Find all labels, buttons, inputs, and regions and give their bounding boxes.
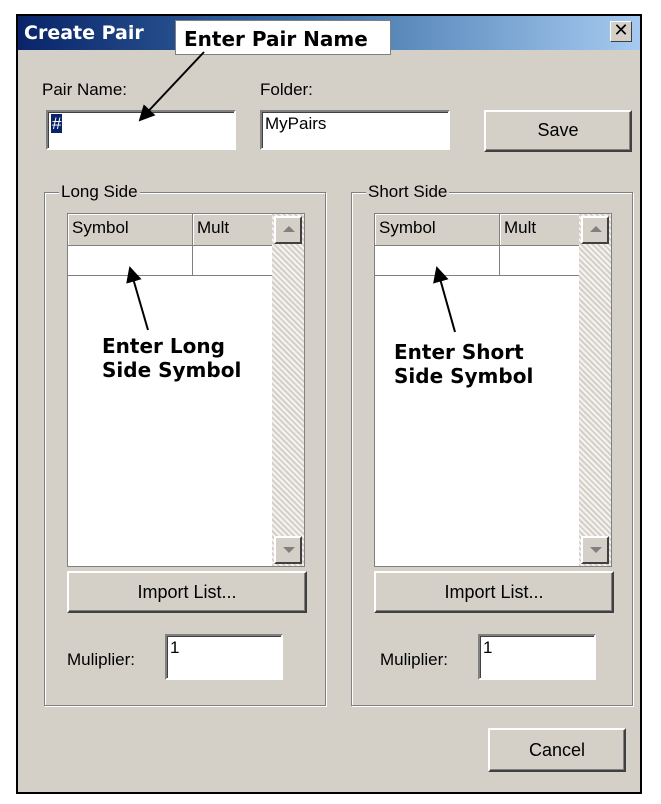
long-import-list-button[interactable]: Import List... xyxy=(67,571,307,613)
close-icon[interactable]: ✕ xyxy=(610,21,632,42)
short-multiplier-label: Muliplier: xyxy=(380,650,449,669)
short-symbol-cell[interactable] xyxy=(375,246,500,276)
folder-label: Folder: xyxy=(260,80,313,99)
scroll-down-icon[interactable] xyxy=(581,536,609,564)
long-annotation-line2: Side Symbol xyxy=(102,358,242,382)
short-side-group: Short Side Symbol Mult Import List... Mu… xyxy=(351,182,633,706)
short-side-grid[interactable]: Symbol Mult xyxy=(374,213,612,567)
pair-name-callout: Enter Pair Name xyxy=(175,20,391,55)
short-annotation-line1: Enter Short xyxy=(394,340,524,364)
scroll-down-icon[interactable] xyxy=(274,536,302,564)
long-grid-header: Symbol Mult xyxy=(68,214,273,246)
short-mult-cell[interactable] xyxy=(500,246,580,276)
symbol-column-header[interactable]: Symbol xyxy=(375,214,500,246)
short-multiplier-input[interactable]: 1 xyxy=(478,634,596,680)
short-scrollbar[interactable] xyxy=(579,214,611,566)
folder-input[interactable]: MyPairs xyxy=(260,110,450,150)
window-title: Create Pair xyxy=(24,22,144,44)
create-pair-dialog: Create Pair ✕ Pair Name: # Folder: MyPai… xyxy=(16,14,642,794)
long-symbol-cell[interactable] xyxy=(68,246,193,276)
cancel-button[interactable]: Cancel xyxy=(488,728,626,772)
symbol-column-header[interactable]: Symbol xyxy=(68,214,193,246)
long-mult-cell[interactable] xyxy=(193,246,273,276)
pair-name-input[interactable]: # xyxy=(46,110,236,150)
long-multiplier-label: Muliplier: xyxy=(67,650,136,669)
short-side-title: Short Side xyxy=(366,182,450,202)
long-side-annotation: Enter Long Side Symbol xyxy=(102,334,241,382)
long-multiplier-input[interactable]: 1 xyxy=(165,634,283,680)
scroll-up-icon[interactable] xyxy=(581,216,609,244)
scroll-up-icon[interactable] xyxy=(274,216,302,244)
mult-column-header[interactable]: Mult xyxy=(500,214,580,246)
long-side-group: Long Side Symbol Mult Import List... Mul… xyxy=(44,182,326,706)
save-button[interactable]: Save xyxy=(484,110,632,152)
short-side-annotation: Enter Short Side Symbol xyxy=(394,340,533,388)
long-side-title: Long Side xyxy=(59,182,140,202)
long-scrollbar[interactable] xyxy=(272,214,304,566)
pair-name-label: Pair Name: xyxy=(42,80,128,99)
pair-name-value: # xyxy=(51,114,63,133)
long-side-grid[interactable]: Symbol Mult xyxy=(67,213,305,567)
mult-column-header[interactable]: Mult xyxy=(193,214,273,246)
short-annotation-line2: Side Symbol xyxy=(394,364,534,388)
long-annotation-line1: Enter Long xyxy=(102,334,225,358)
short-grid-header: Symbol Mult xyxy=(375,214,580,246)
short-import-list-button[interactable]: Import List... xyxy=(374,571,614,613)
